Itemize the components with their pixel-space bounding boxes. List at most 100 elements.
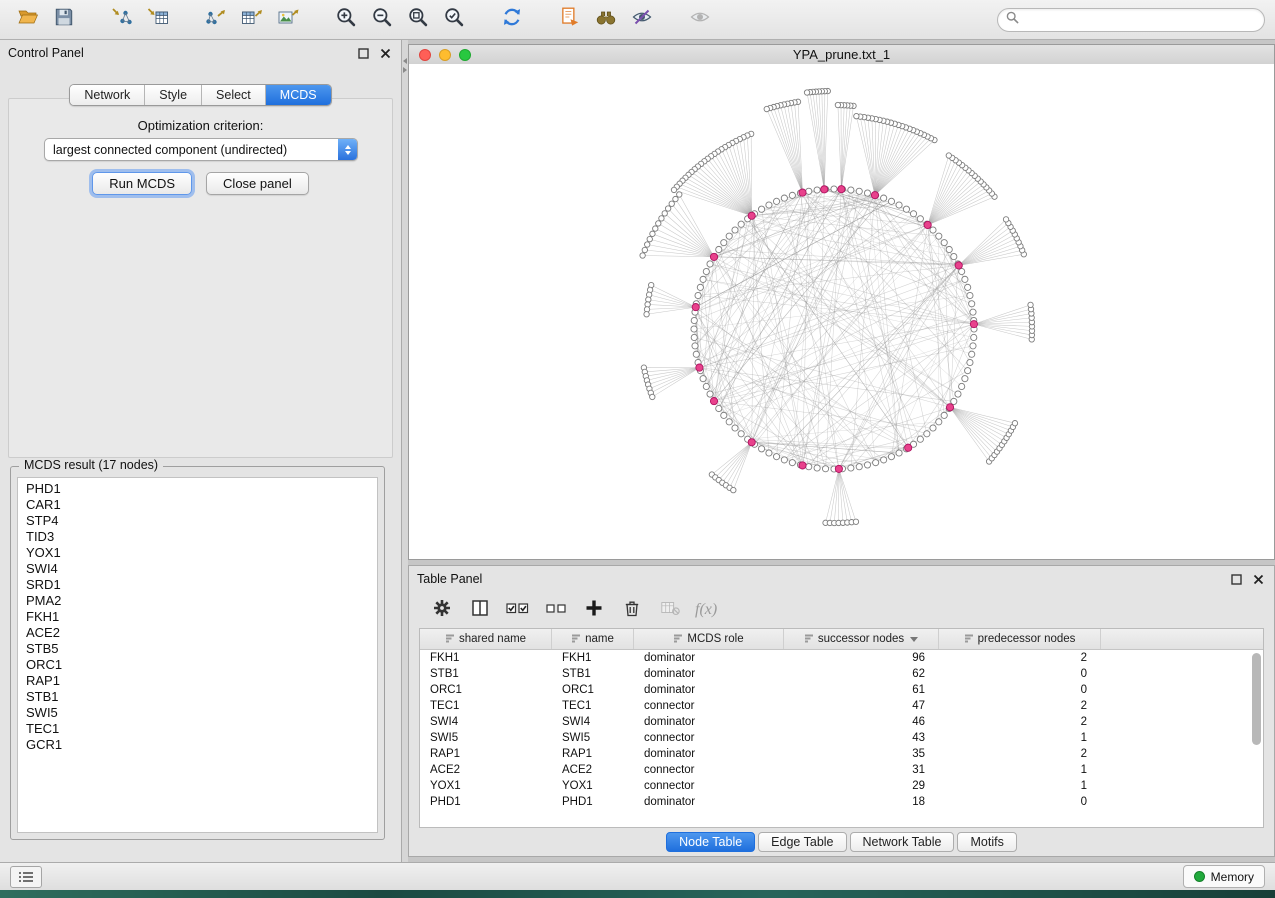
table-row[interactable]: TEC1TEC1connector472 [420,698,1263,714]
control-panel-title: Control Panel [8,46,84,60]
table-row[interactable]: SWI4SWI4dominator462 [420,714,1263,730]
float-table-panel-icon[interactable] [1228,571,1244,587]
mcds-result-list[interactable]: PHD1CAR1STP4TID3YOX1SWI4SRD1PMA2FKH1ACE2… [17,477,378,833]
tab-mcds[interactable]: MCDS [265,85,331,105]
import-network-button[interactable] [104,4,140,36]
mcds-list-item[interactable]: PMA2 [18,593,377,609]
mcds-list-item[interactable]: PHD1 [18,481,377,497]
network-canvas[interactable] [409,64,1274,559]
export-table-button[interactable] [234,4,270,36]
table-cell: TEC1 [420,700,552,712]
table-cell: dominator [634,748,784,760]
show-graphics-icon [689,6,711,33]
column-header-successor-nodes[interactable]: successor nodes [784,629,939,649]
mcds-list-item[interactable]: FKH1 [18,609,377,625]
table-cell: 31 [784,764,939,776]
zoom-selected-icon [443,6,465,33]
mcds-list-item[interactable]: SRD1 [18,577,377,593]
mcds-list-item[interactable]: YOX1 [18,545,377,561]
unselect-all-button[interactable] [539,595,573,625]
open-folder-button[interactable] [10,4,46,36]
mcds-list-item[interactable]: RAP1 [18,673,377,689]
refresh-button[interactable] [494,4,530,36]
mcds-list-item[interactable]: STB5 [18,641,377,657]
clone-network-button[interactable] [552,4,588,36]
mcds-list-item[interactable]: TID3 [18,529,377,545]
add-row-button[interactable] [577,595,611,625]
mcds-list-item[interactable]: ORC1 [18,657,377,673]
tab-network-table[interactable]: Network Table [850,832,955,852]
table-row[interactable]: SWI5SWI5connector431 [420,730,1263,746]
table-row[interactable]: YOX1YOX1connector291 [420,778,1263,794]
settings-gear-button[interactable] [425,595,459,625]
zoom-selected-button[interactable] [436,4,472,36]
search-box[interactable] [997,8,1265,32]
tab-node-table[interactable]: Node Table [666,832,755,852]
delete-row-button[interactable] [615,595,649,625]
sort-icon [445,633,455,646]
mcds-list-item[interactable]: TEC1 [18,721,377,737]
search-area [997,8,1265,32]
export-image-icon [277,6,299,33]
table-row[interactable]: ACE2ACE2connector311 [420,762,1263,778]
find-binoculars-button[interactable] [588,4,624,36]
mcds-buttons-row: Run MCDS Close panel [0,172,401,195]
search-input[interactable] [1024,12,1256,28]
save-session-button[interactable] [46,4,82,36]
table-row[interactable]: RAP1RAP1dominator352 [420,746,1263,762]
network-graph[interactable] [409,64,1274,559]
table-toolbar: f(x) [409,592,1274,628]
run-mcds-button[interactable]: Run MCDS [92,172,192,195]
criterion-dropdown[interactable]: largest connected component (undirected) [44,138,358,161]
table-cell: 46 [784,716,939,728]
import-table-button[interactable] [140,4,176,36]
mcds-list-item[interactable]: ACE2 [18,625,377,641]
tab-style[interactable]: Style [144,85,201,105]
column-header-shared-name[interactable]: shared name [420,629,552,649]
zoom-fit-button[interactable] [400,4,436,36]
float-panel-icon[interactable] [355,45,371,61]
show-graphics-button[interactable] [682,4,718,36]
mcds-list-item[interactable]: STB1 [18,689,377,705]
table-cell: SWI4 [420,716,552,728]
select-all-button[interactable] [501,595,535,625]
column-select-icon [470,598,490,623]
mcds-list-item[interactable]: GCR1 [18,737,377,753]
tab-network[interactable]: Network [70,85,144,105]
mcds-list-item[interactable]: SWI5 [18,705,377,721]
close-panel-icon[interactable] [377,45,393,61]
mcds-list-item[interactable]: SWI4 [18,561,377,577]
optimization-criterion-label: Optimization criterion: [0,118,401,133]
table-cell: 43 [784,732,939,744]
table-row[interactable]: PHD1PHD1dominator180 [420,794,1263,810]
table-row[interactable]: FKH1FKH1dominator962 [420,650,1263,666]
column-select-button[interactable] [463,595,497,625]
column-header-MCDS-role[interactable]: MCDS role [634,629,784,649]
toolbar-group [494,4,530,36]
mcds-list-item[interactable]: CAR1 [18,497,377,513]
column-header-predecessor-nodes[interactable]: predecessor nodes [939,629,1101,649]
close-panel-button[interactable]: Close panel [206,172,309,195]
table-row[interactable]: STB1STB1dominator620 [420,666,1263,682]
zoom-out-button[interactable] [364,4,400,36]
table-cell: dominator [634,652,784,664]
mcds-list-item[interactable]: STP4 [18,513,377,529]
export-network-button[interactable] [198,4,234,36]
tab-motifs[interactable]: Motifs [957,832,1016,852]
column-header-name[interactable]: name [552,629,634,649]
close-table-panel-icon[interactable] [1250,571,1266,587]
network-window-titlebar[interactable]: YPA_prune.txt_1 [409,45,1274,65]
status-list-button[interactable] [10,866,42,888]
zoom-in-button[interactable] [328,4,364,36]
hide-graphics-button[interactable] [624,4,660,36]
table-cell: STB1 [552,668,634,680]
memory-status-dot [1194,871,1205,882]
memory-button[interactable]: Memory [1183,865,1265,888]
tab-select[interactable]: Select [201,85,265,105]
tab-edge-table[interactable]: Edge Table [758,832,846,852]
table-cell: PHD1 [420,796,552,808]
export-image-button[interactable] [270,4,306,36]
table-row[interactable]: ORC1ORC1dominator610 [420,682,1263,698]
table-vertical-scrollbar[interactable] [1252,653,1261,745]
control-panel-tabs: NetworkStyleSelectMCDS [0,84,401,106]
